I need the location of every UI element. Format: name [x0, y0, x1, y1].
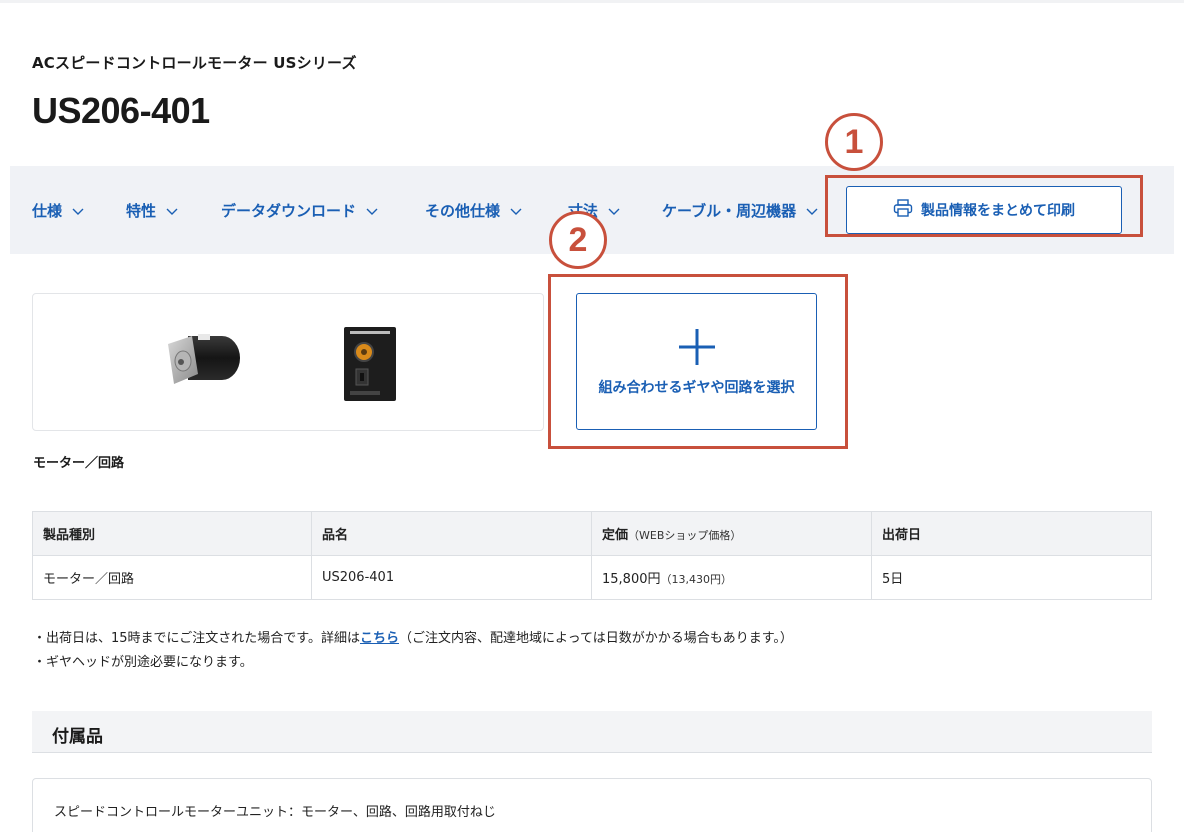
- annotation-marker-2: 2: [549, 211, 607, 269]
- nav-item-label: データダウンロード: [221, 202, 357, 220]
- header-product-name: 品名: [311, 511, 592, 556]
- series-name: ACスピードコントロールモーター USシリーズ: [32, 54, 357, 72]
- nav-item-label: ケーブル・周辺機器: [662, 202, 797, 220]
- price-table: 製品種別 品名 定価（WEBショップ価格） 出荷日 モーター／回路 US206-…: [32, 511, 1152, 600]
- note-text-suffix: （ご注文内容、配達地域によっては日数がかかる場合もあります。）: [399, 631, 793, 646]
- header-price: 定価（WEBショップ価格）: [591, 511, 872, 556]
- gearhead-note: ・ギヤヘッドが別途必要になります。: [33, 655, 253, 670]
- header-price-label: 定価: [602, 528, 629, 543]
- cell-price: 15,800円（13,430円）: [591, 555, 872, 600]
- nav-item-label: 特性: [126, 202, 157, 220]
- nav-item-label: その他仕様: [425, 202, 501, 220]
- top-divider: [0, 0, 1184, 3]
- nav-item-spec[interactable]: 仕様: [32, 200, 86, 221]
- product-image-card: [32, 293, 544, 431]
- nav-item-characteristics[interactable]: 特性: [126, 200, 180, 221]
- shipping-note: ・出荷日は、15時までにご注文された場合です。詳細はこちら（ご注文内容、配達地域…: [33, 627, 793, 646]
- table-header-row: 製品種別 品名 定価（WEBショップ価格） 出荷日: [32, 511, 1152, 556]
- accessories-text: スピードコントロールモーターユニット：モーター、回路、回路用取付ねじ: [54, 805, 496, 820]
- chevron-down-icon: [164, 203, 180, 219]
- chevron-down-icon: [364, 203, 380, 219]
- header-product-type: 製品種別: [32, 511, 312, 556]
- annotation-marker-1: 1: [825, 113, 883, 171]
- cell-product-type: モーター／回路: [32, 555, 312, 600]
- chevron-down-icon: [70, 203, 86, 219]
- cell-product-name: US206-401: [311, 555, 592, 600]
- motor-image: [164, 330, 244, 392]
- header-price-note: （WEBショップ価格）: [628, 529, 742, 542]
- header-ship-date: 出荷日: [871, 511, 1152, 556]
- accessories-title: 付属品: [52, 727, 103, 747]
- details-link[interactable]: こちら: [360, 631, 399, 646]
- note-text: ・出荷日は、15時までにご注文された場合です。詳細は: [33, 631, 360, 646]
- annotation-box-1: [825, 175, 1143, 237]
- web-price-value: （13,430円）: [660, 573, 733, 586]
- nav-item-label: 仕様: [32, 202, 63, 220]
- nav-item-other-spec[interactable]: その他仕様: [425, 200, 524, 221]
- chevron-down-icon: [606, 203, 622, 219]
- annotation-box-2: [548, 274, 848, 449]
- nav-item-data-download[interactable]: データダウンロード: [221, 200, 380, 221]
- nav-item-cables-peripherals[interactable]: ケーブル・周辺機器: [662, 200, 820, 221]
- page-title: US206-401: [32, 90, 210, 131]
- price-value: 15,800円: [602, 572, 661, 587]
- chevron-down-icon: [804, 203, 820, 219]
- accessories-section-header: [32, 711, 1152, 753]
- product-caption: モーター／回路: [33, 456, 125, 471]
- table-row: モーター／回路 US206-401 15,800円（13,430円） 5日: [32, 555, 1152, 600]
- control-circuit-image: [340, 325, 400, 403]
- chevron-down-icon: [508, 203, 524, 219]
- cell-ship-date: 5日: [871, 555, 1152, 600]
